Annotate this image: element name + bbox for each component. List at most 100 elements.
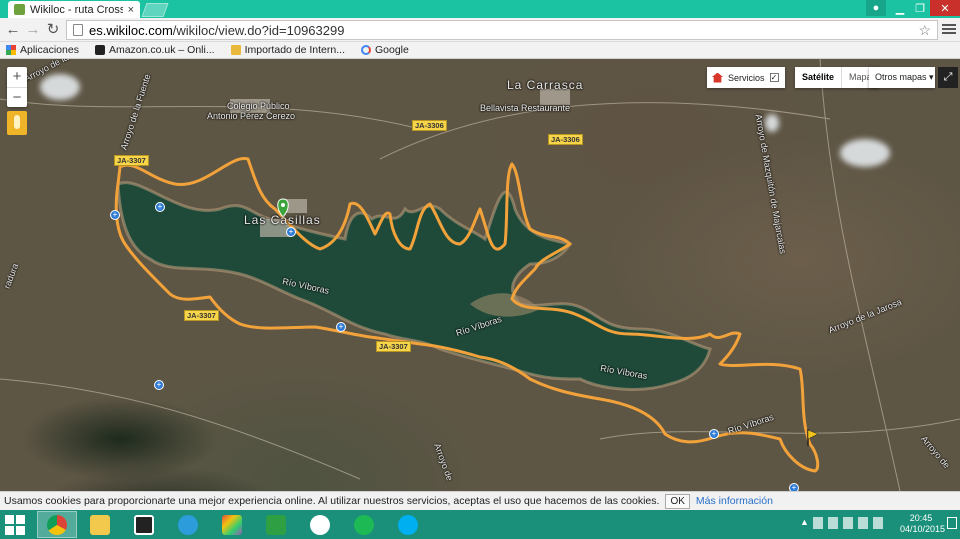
map-poi-marker[interactable]: +: [709, 429, 719, 439]
road-shield: JA-3307: [114, 155, 149, 166]
bookmark-amazon[interactable]: Amazon.co.uk – Onli...: [94, 44, 215, 56]
amazon-icon: [94, 45, 105, 55]
taskbar-ie[interactable]: [168, 511, 208, 538]
spotify-icon: [354, 514, 374, 535]
url-text[interactable]: es.wikiloc.com/wikiloc/view.do?id=109632…: [89, 23, 912, 38]
map-poi-marker[interactable]: +: [789, 483, 799, 491]
skype-icon: [398, 514, 418, 535]
bookmark-label: Importado de Intern...: [244, 44, 345, 56]
poi-label-bellavista: Bellavista Restaurante: [480, 103, 571, 113]
map-type-switcher: Satélite Mapa: [795, 67, 879, 88]
cloud: [840, 139, 890, 167]
system-tray: ▲: [800, 517, 883, 529]
map-poi-marker[interactable]: +: [155, 202, 165, 212]
road-shield: JA-3306: [412, 120, 447, 131]
page-icon: [73, 24, 83, 36]
zoom-control: + −: [7, 67, 27, 107]
tray-wifi-icon[interactable]: [858, 517, 868, 529]
folder-icon: [230, 45, 241, 55]
cookie-ok-button[interactable]: OK: [665, 493, 690, 509]
reload-icon[interactable]: ↻: [44, 21, 62, 39]
bookmark-star-icon[interactable]: ☆: [918, 22, 931, 39]
address-bar[interactable]: es.wikiloc.com/wikiloc/view.do?id=109632…: [66, 20, 938, 40]
windows-start-icon[interactable]: [4, 514, 28, 536]
screen: Wikiloc - ruta Cross Panta × ● ▁ ❐ ✕ ← →…: [0, 0, 960, 539]
road-shield: JA-3307: [184, 310, 219, 321]
taskbar-app-camera[interactable]: [124, 511, 164, 538]
tray-windows-icon[interactable]: [828, 517, 838, 529]
bookmark-google[interactable]: Google: [361, 44, 409, 56]
road-shield: JA-3307: [376, 341, 411, 352]
browser-toolbar: ← → ↻ es.wikiloc.com/wikiloc/view.do?id=…: [0, 18, 960, 42]
taskbar-store[interactable]: [256, 511, 296, 538]
cookie-more-info-link[interactable]: Más información: [696, 495, 773, 507]
place-label-la-carrasca: La Carrasca: [507, 78, 584, 92]
street-view-pegman-icon[interactable]: [7, 111, 27, 135]
clock-date: 04/10/2015: [900, 524, 946, 534]
map-drawing: [0, 59, 960, 491]
zoom-in-button[interactable]: +: [7, 67, 27, 87]
bookmark-label: Google: [375, 44, 409, 56]
apps-icon: [6, 45, 16, 55]
poi-label-colegio: Colegio Público: [227, 101, 290, 111]
taskbar-skype[interactable]: [388, 511, 428, 538]
chrome-menu-icon[interactable]: [942, 22, 956, 38]
photo-app-icon: [222, 514, 242, 535]
back-arrow-icon[interactable]: ←: [4, 21, 22, 39]
taskbar-explorer[interactable]: [80, 511, 120, 538]
house-icon: [712, 72, 723, 83]
bookmark-label: Amazon.co.uk – Onli...: [108, 44, 215, 56]
taskbar-chrome[interactable]: [37, 511, 77, 538]
bookmark-folder-imported[interactable]: Importado de Intern...: [230, 44, 345, 56]
close-window-icon[interactable]: ✕: [930, 0, 960, 16]
user-profile-icon[interactable]: ●: [866, 0, 886, 16]
browser-tab[interactable]: Wikiloc - ruta Cross Panta ×: [8, 1, 140, 18]
poi-label-colegio-name: Antonio Pérez Cerezo: [207, 111, 296, 121]
map-poi-marker[interactable]: +: [286, 227, 296, 237]
file-explorer-icon: [90, 514, 110, 535]
taskbar-spotify[interactable]: [344, 511, 384, 538]
services-checkbox[interactable]: ✓: [769, 73, 779, 82]
camera-app-icon: [134, 514, 154, 535]
fullscreen-icon[interactable]: ⤢: [938, 67, 958, 88]
map-poi-marker[interactable]: +: [110, 210, 120, 220]
browser-tab-bar: Wikiloc - ruta Cross Panta × ● ▁ ❐ ✕: [0, 0, 960, 18]
taskbar-photos[interactable]: [212, 511, 252, 538]
other-maps-dropdown[interactable]: Otros mapas ▾: [869, 67, 935, 88]
services-toggle[interactable]: Servicios ✓: [707, 67, 785, 88]
tab-close-icon[interactable]: ×: [128, 4, 134, 16]
new-tab-button[interactable]: [141, 3, 169, 17]
minimize-icon[interactable]: ▁: [890, 0, 910, 16]
maptype-satellite-button[interactable]: Satélite: [795, 67, 843, 88]
url-path: /wikiloc/view.do?id=10963299: [172, 22, 345, 38]
tray-flag-icon[interactable]: [813, 517, 823, 529]
zoom-out-button[interactable]: −: [7, 87, 27, 107]
bookmarks-bar: Aplicaciones Amazon.co.uk – Onli... Impo…: [0, 42, 960, 59]
cloud: [765, 114, 779, 132]
place-label-las-casillas: Las Casillas: [244, 213, 321, 227]
forward-arrow-icon[interactable]: →: [24, 21, 42, 39]
store-icon: [266, 514, 286, 535]
url-host: es.wikiloc.com: [89, 22, 173, 38]
tray-battery-icon[interactable]: [843, 517, 853, 529]
taskbar-clock[interactable]: 20:45 04/10/2015: [900, 513, 946, 535]
hp-icon: [310, 514, 330, 535]
map-poi-marker[interactable]: +: [336, 322, 346, 332]
google-icon: [361, 45, 371, 55]
notifications-icon[interactable]: [947, 517, 957, 529]
tray-volume-icon[interactable]: [873, 517, 883, 529]
tab-title: Wikiloc - ruta Cross Panta: [30, 3, 123, 16]
taskbar-hp[interactable]: [300, 511, 340, 538]
satellite-map[interactable]: La Carrasca Colegio Público Antonio Pére…: [0, 59, 960, 491]
cloud: [40, 74, 80, 100]
wikiloc-favicon-icon: [14, 4, 25, 15]
cookie-message: Usamos cookies para proporcionarte una m…: [4, 495, 660, 507]
bookmark-apps[interactable]: Aplicaciones: [6, 44, 79, 56]
tray-expand-icon[interactable]: ▲: [800, 517, 809, 529]
road-shield: JA-3306: [548, 134, 583, 145]
maximize-icon[interactable]: ❐: [910, 0, 930, 16]
cookie-banner: Usamos cookies para proporcionarte una m…: [0, 491, 960, 510]
reservoir-water: [116, 181, 712, 391]
map-poi-marker[interactable]: +: [154, 380, 164, 390]
windows-taskbar: ▲ 20:45 04/10/2015: [0, 510, 960, 539]
